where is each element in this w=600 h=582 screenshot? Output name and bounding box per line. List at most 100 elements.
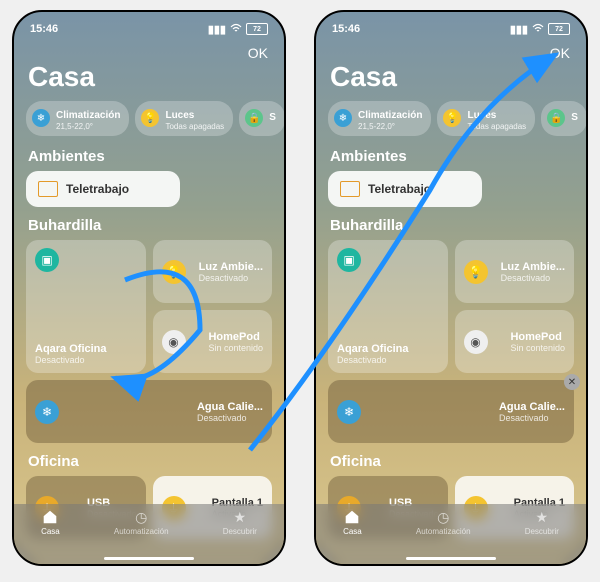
tile-luz[interactable]: 💡 Luz Ambie... Desactivado <box>153 240 273 303</box>
section-ambientes: Ambientes <box>14 146 284 171</box>
tile-homepod[interactable]: ◉ HomePod Sin contenido <box>153 310 273 373</box>
tab-label: Automatización <box>416 527 471 536</box>
page-title: Casa <box>316 61 586 101</box>
tile-state: Desactivado <box>337 355 439 366</box>
tab-label: Automatización <box>114 527 169 536</box>
display-icon <box>38 181 58 197</box>
sensor-icon: ▣ <box>337 248 361 272</box>
climate-icon: ❄︎ <box>334 109 352 127</box>
chip-value: Todas apagadas <box>467 123 526 131</box>
chip-label: Climatización <box>56 110 120 121</box>
tab-bar: Casa ◷ Automatización ★ Descubrir <box>316 504 586 564</box>
homepod-icon: ◉ <box>162 330 186 354</box>
chip-partial[interactable]: 🔒 S <box>541 101 586 136</box>
bulb-icon: 💡 <box>162 260 186 284</box>
tile-name: HomePod <box>510 331 565 343</box>
scene-teletrabajo[interactable]: Teletrabajo <box>328 171 482 207</box>
chip-label: S <box>571 112 578 124</box>
phone-right: 15:46 ▮▮▮ 72 OK Casa ❄︎ Climatización 21… <box>314 10 588 566</box>
climate-icon: ❄︎ <box>337 400 361 424</box>
status-time: 15:46 <box>30 23 58 35</box>
tile-name: Luz Ambie... <box>199 261 263 273</box>
tile-state: Desactivado <box>199 273 263 284</box>
tile-state: Sin contenido <box>510 343 565 354</box>
status-right: ▮▮▮ 72 <box>208 23 268 36</box>
chip-label: Luces <box>467 110 496 121</box>
wifi-icon <box>230 23 242 36</box>
climate-icon: ❄︎ <box>32 109 50 127</box>
chip-label: Climatización <box>358 110 422 121</box>
home-indicator[interactable] <box>406 557 496 560</box>
climate-icon: ❄︎ <box>35 400 59 424</box>
clock-icon: ◷ <box>132 508 150 526</box>
ok-button[interactable]: OK <box>550 45 570 61</box>
tab-label: Casa <box>41 527 60 536</box>
section-ambientes: Ambientes <box>316 146 586 171</box>
wifi-icon <box>532 23 544 36</box>
tile-aqara[interactable]: ▣ Aqara Oficina Desactivado <box>26 240 146 373</box>
tile-name: Aqara Oficina <box>35 343 137 355</box>
chip-climate[interactable]: ❄︎ Climatización 21,5-22,0° <box>26 101 129 136</box>
star-icon: ★ <box>231 508 249 526</box>
tile-agua[interactable]: ✕ ❄︎ Agua Calie... Desactivado <box>328 380 574 443</box>
tab-automation[interactable]: ◷ Automatización <box>114 508 169 536</box>
tab-automation[interactable]: ◷ Automatización <box>416 508 471 536</box>
tab-discover[interactable]: ★ Descubrir <box>525 508 559 536</box>
tile-state: Desactivado <box>501 273 565 284</box>
tile-name: Aqara Oficina <box>337 343 439 355</box>
home-icon <box>41 508 59 526</box>
lock-icon: 🔒 <box>547 109 565 127</box>
signal-icon: ▮▮▮ <box>510 23 528 36</box>
star-icon: ★ <box>533 508 551 526</box>
phone-left: 15:46 ▮▮▮ 72 OK Casa ❄︎ Climatización 21… <box>12 10 286 566</box>
chip-value: Todas apagadas <box>165 123 224 131</box>
chip-label: Luces <box>165 110 194 121</box>
tile-state: Desactivado <box>197 413 263 424</box>
page-title: Casa <box>14 61 284 101</box>
tile-name: Agua Calie... <box>197 401 263 413</box>
tab-label: Casa <box>343 527 362 536</box>
tab-bar: Casa ◷ Automatización ★ Descubrir <box>14 504 284 564</box>
tab-label: Descubrir <box>525 527 559 536</box>
status-bar: 15:46 ▮▮▮ 72 <box>14 12 284 40</box>
sensor-icon: ▣ <box>35 248 59 272</box>
chip-lights[interactable]: 💡 Luces Todas apagadas <box>135 101 233 136</box>
tile-state: Sin contenido <box>208 343 263 354</box>
status-chips: ❄︎ Climatización 21,5-22,0° 💡 Luces Toda… <box>316 101 586 146</box>
bulb-icon: 💡 <box>443 109 461 127</box>
tile-state: Desactivado <box>499 413 565 424</box>
scene-label: Teletrabajo <box>368 182 431 196</box>
chip-climate[interactable]: ❄︎ Climatización 21,5-22,0° <box>328 101 431 136</box>
display-icon <box>340 181 360 197</box>
tile-name: HomePod <box>208 331 263 343</box>
tile-homepod[interactable]: ◉ HomePod Sin contenido <box>455 310 575 373</box>
section-oficina: Oficina <box>316 451 586 476</box>
tab-home[interactable]: Casa <box>343 508 362 536</box>
chip-value: 21,5-22,0° <box>56 123 120 131</box>
status-time: 15:46 <box>332 23 360 35</box>
bulb-icon: 💡 <box>464 260 488 284</box>
chip-partial[interactable]: 🔒 S <box>239 101 284 136</box>
home-icon <box>343 508 361 526</box>
battery-icon: 72 <box>246 23 268 35</box>
tab-discover[interactable]: ★ Descubrir <box>223 508 257 536</box>
scene-teletrabajo[interactable]: Teletrabajo <box>26 171 180 207</box>
chip-lights[interactable]: 💡 Luces Todas apagadas <box>437 101 535 136</box>
ok-button[interactable]: OK <box>248 45 268 61</box>
status-bar: 15:46 ▮▮▮ 72 <box>316 12 586 40</box>
tile-agua[interactable]: ❄︎ Agua Calie... Desactivado <box>26 380 272 443</box>
remove-handle-icon[interactable]: ✕ <box>564 374 580 390</box>
tile-aqara[interactable]: ▣ Aqara Oficina Desactivado <box>328 240 448 373</box>
tile-name: Luz Ambie... <box>501 261 565 273</box>
tile-luz[interactable]: 💡 Luz Ambie... Desactivado <box>455 240 575 303</box>
tab-home[interactable]: Casa <box>41 508 60 536</box>
clock-icon: ◷ <box>434 508 452 526</box>
tile-state: Desactivado <box>35 355 137 366</box>
scene-label: Teletrabajo <box>66 182 129 196</box>
home-indicator[interactable] <box>104 557 194 560</box>
section-buhardilla: Buhardilla <box>14 215 284 240</box>
header: OK <box>316 40 586 61</box>
section-buhardilla: Buhardilla <box>316 215 586 240</box>
section-oficina: Oficina <box>14 451 284 476</box>
homepod-icon: ◉ <box>464 330 488 354</box>
